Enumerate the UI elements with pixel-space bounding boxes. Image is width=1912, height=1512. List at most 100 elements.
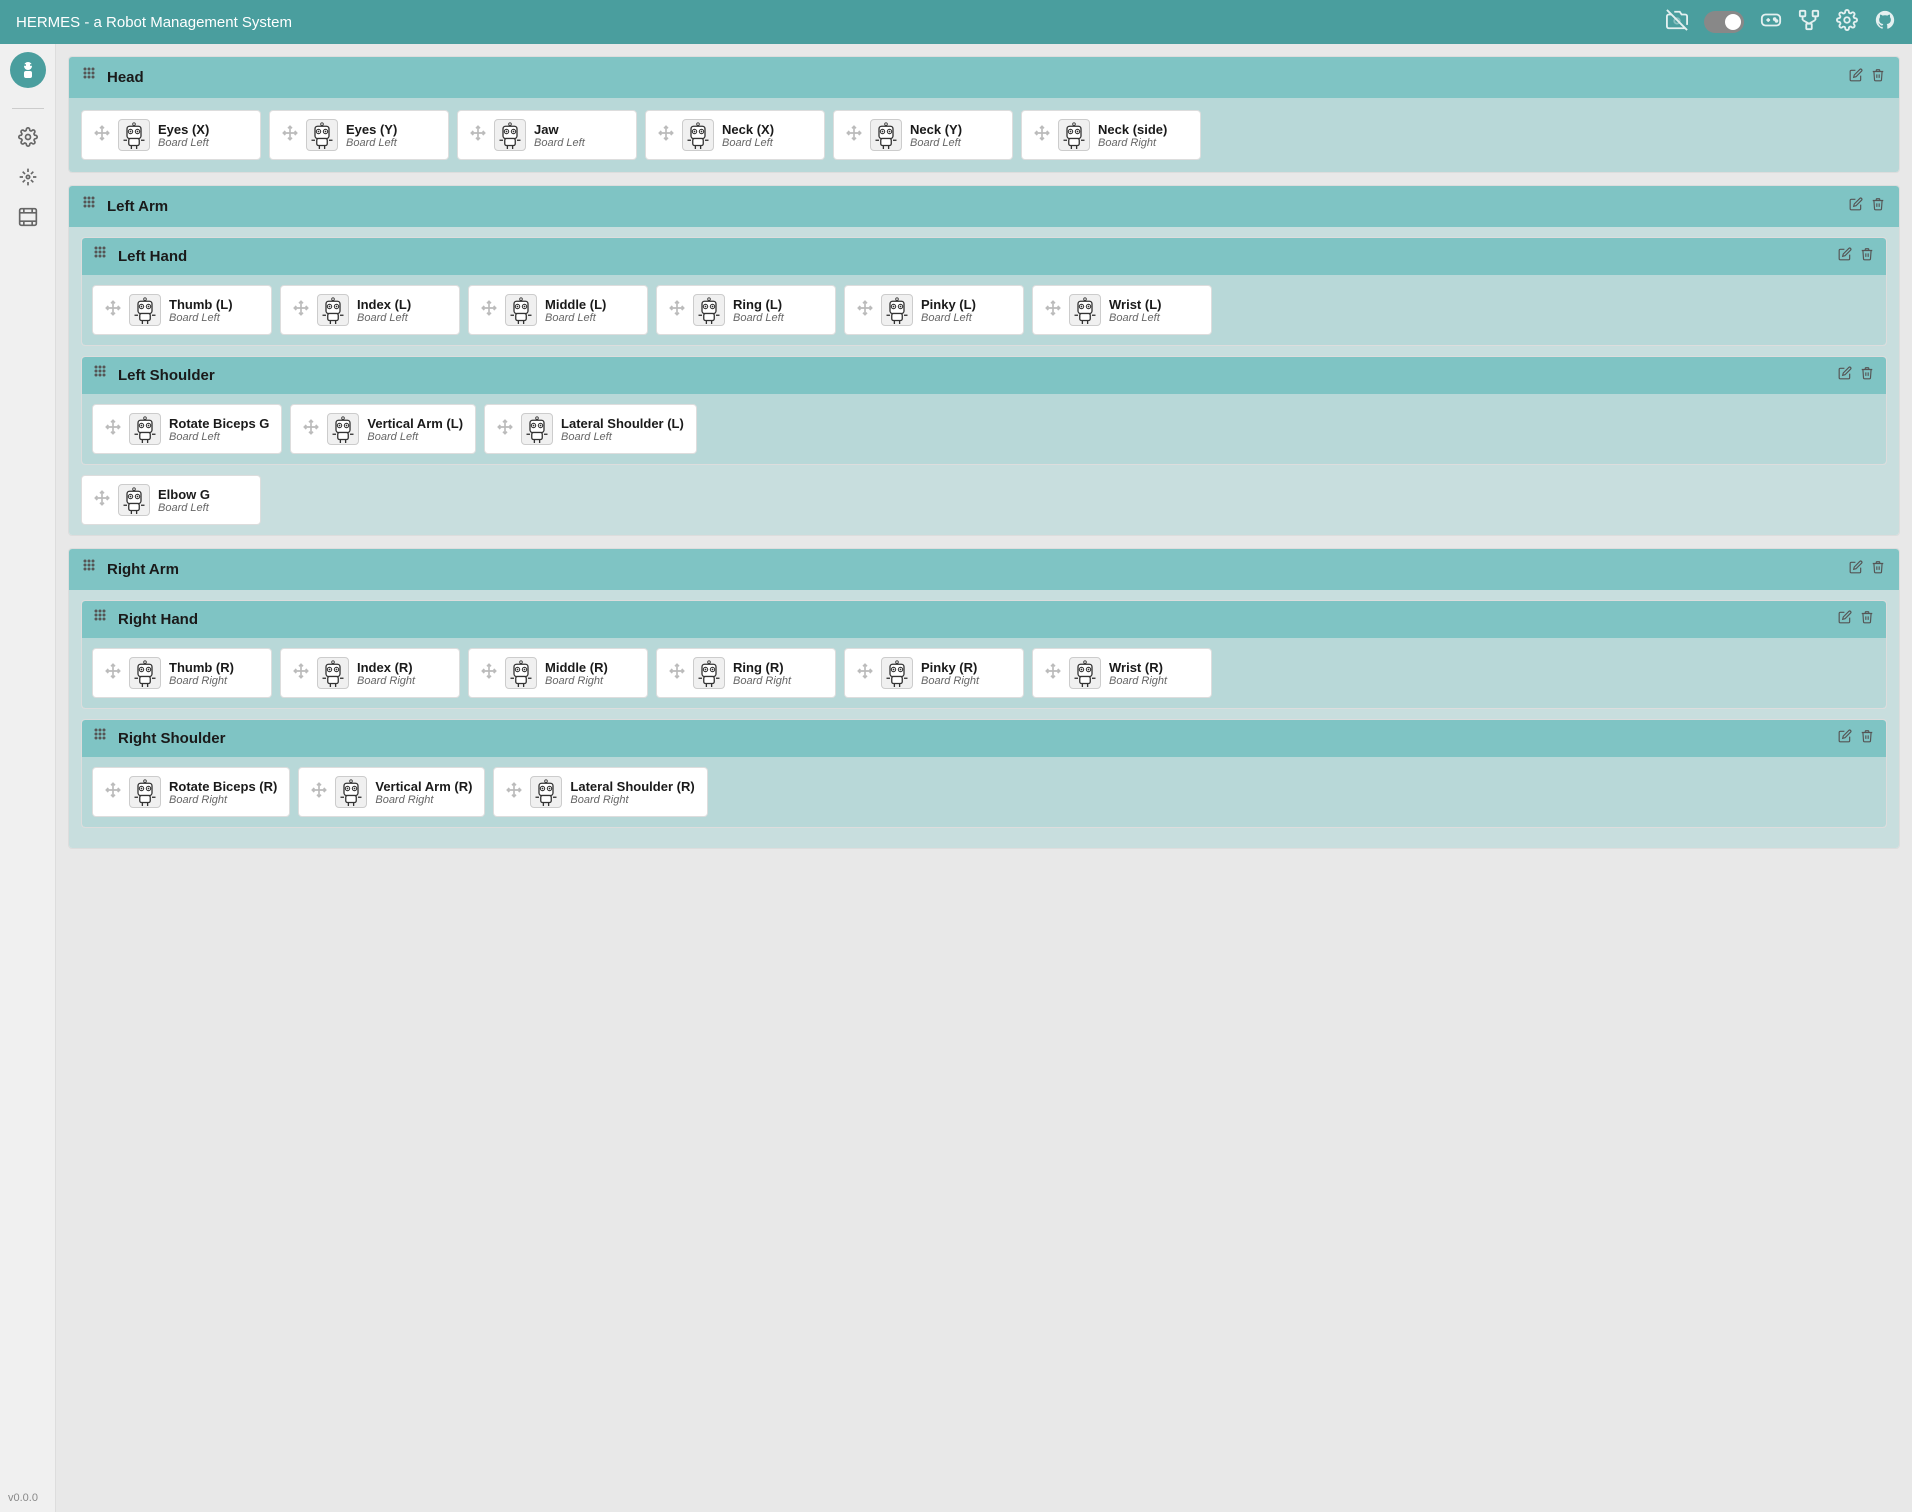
servo-card[interactable]: Rotate Biceps G Board Left [92,404,282,454]
card-move-icon[interactable] [94,490,110,511]
edit-icon[interactable] [1849,197,1863,216]
servo-card[interactable]: Vertical Arm (L) Board Left [290,404,476,454]
servo-name: Vertical Arm (L) [367,416,463,431]
servo-name: Eyes (Y) [346,122,397,137]
trash-icon[interactable] [1860,366,1874,385]
servo-name: Elbow G [158,487,210,502]
servo-card[interactable]: Neck (X) Board Left [645,110,825,160]
servo-info: Neck (Y) Board Left [910,122,962,149]
servo-name: Thumb (R) [169,660,234,675]
servo-card[interactable]: Ring (R) Board Right [656,648,836,698]
card-move-icon[interactable] [481,300,497,321]
servo-card[interactable]: Neck (side) Board Right [1021,110,1201,160]
edit-icon[interactable] [1838,729,1852,748]
card-move-icon[interactable] [497,419,513,440]
card-move-icon[interactable] [282,125,298,146]
servo-card[interactable]: Neck (Y) Board Left [833,110,1013,160]
servo-card[interactable]: Wrist (L) Board Left [1032,285,1212,335]
cards-grid: Eyes (X) Board Left Eyes (Y) Board Left [81,110,1887,160]
network-icon[interactable] [1798,9,1820,36]
servo-card[interactable]: Middle (L) Board Left [468,285,648,335]
servo-sub: Board Left [158,502,210,514]
gamepad-icon[interactable] [1760,9,1782,36]
robot-avatar[interactable] [10,52,46,88]
servo-card[interactable]: Eyes (X) Board Left [81,110,261,160]
version-label: v0.0.0 [8,1492,38,1504]
servo-card[interactable]: Eyes (Y) Board Left [269,110,449,160]
trash-icon[interactable] [1871,68,1885,87]
servo-sub: Board Right [1098,137,1167,149]
servo-info: Lateral Shoulder (L) Board Left [561,416,684,443]
servo-card[interactable]: Pinky (L) Board Left [844,285,1024,335]
grid-dots-icon [94,246,110,267]
card-move-icon[interactable] [105,419,121,440]
servo-name: Index (R) [357,660,415,675]
edit-icon[interactable] [1838,247,1852,266]
trash-icon[interactable] [1871,197,1885,216]
servo-sub: Board Left [534,137,585,149]
servo-card[interactable]: Thumb (R) Board Right [92,648,272,698]
servo-card[interactable]: Thumb (L) Board Left [92,285,272,335]
edit-icon[interactable] [1849,560,1863,579]
servo-card[interactable]: Index (R) Board Right [280,648,460,698]
card-move-icon[interactable] [658,125,674,146]
servo-info: Ring (R) Board Right [733,660,791,687]
card-move-icon[interactable] [846,125,862,146]
sidebar [0,44,56,1512]
github-icon[interactable] [1874,9,1896,36]
servo-card[interactable]: Middle (R) Board Right [468,648,648,698]
servo-card[interactable]: Jaw Board Left [457,110,637,160]
card-move-icon[interactable] [481,663,497,684]
servo-robot-icon [530,776,562,808]
card-move-icon[interactable] [669,300,685,321]
servo-card[interactable]: Wrist (R) Board Right [1032,648,1212,698]
card-move-icon[interactable] [94,125,110,146]
trash-icon[interactable] [1860,247,1874,266]
card-move-icon[interactable] [1034,125,1050,146]
card-move-icon[interactable] [1045,300,1061,321]
trash-icon[interactable] [1871,560,1885,579]
card-move-icon[interactable] [1045,663,1061,684]
section-title: Left Hand [118,248,1830,265]
servo-card[interactable]: Index (L) Board Left [280,285,460,335]
toggle-switch[interactable] [1704,11,1744,33]
servo-card[interactable]: Pinky (R) Board Right [844,648,1024,698]
sidebar-gear-icon[interactable] [12,121,44,153]
servo-name: Neck (Y) [910,122,962,137]
servo-card[interactable]: Elbow G Board Left [81,475,261,525]
card-move-icon[interactable] [105,782,121,803]
card-move-icon[interactable] [857,300,873,321]
servo-card[interactable]: Ring (L) Board Left [656,285,836,335]
trash-icon[interactable] [1860,610,1874,629]
card-move-icon[interactable] [303,419,319,440]
servo-robot-icon [881,294,913,326]
servo-card[interactable]: Rotate Biceps (R) Board Right [92,767,290,817]
card-move-icon[interactable] [506,782,522,803]
card-move-icon[interactable] [311,782,327,803]
card-move-icon[interactable] [105,663,121,684]
servo-card[interactable]: Lateral Shoulder (L) Board Left [484,404,697,454]
edit-icon[interactable] [1838,366,1852,385]
nested-section-left-hand: Left Hand Thumb (L) Board Le [81,237,1887,346]
edit-icon[interactable] [1849,68,1863,87]
card-move-icon[interactable] [293,663,309,684]
camera-off-icon[interactable] [1666,9,1688,36]
card-move-icon[interactable] [470,125,486,146]
cards-grid: Rotate Biceps G Board Left Vertical Arm … [92,404,1876,454]
edit-icon[interactable] [1838,610,1852,629]
section-left-arm: Left Arm Left Hand [68,185,1900,536]
trash-icon[interactable] [1860,729,1874,748]
card-move-icon[interactable] [293,300,309,321]
card-move-icon[interactable] [669,663,685,684]
servo-info: Thumb (L) Board Left [169,297,233,324]
servo-card[interactable]: Vertical Arm (R) Board Right [298,767,485,817]
card-move-icon[interactable] [857,663,873,684]
sidebar-film-icon[interactable] [12,201,44,233]
sidebar-move-icon[interactable] [12,161,44,193]
servo-info: Vertical Arm (R) Board Right [375,779,472,806]
servo-robot-icon [129,413,161,445]
servo-card[interactable]: Lateral Shoulder (R) Board Right [493,767,707,817]
card-move-icon[interactable] [105,300,121,321]
servo-info: Thumb (R) Board Right [169,660,234,687]
settings-icon[interactable] [1836,9,1858,36]
